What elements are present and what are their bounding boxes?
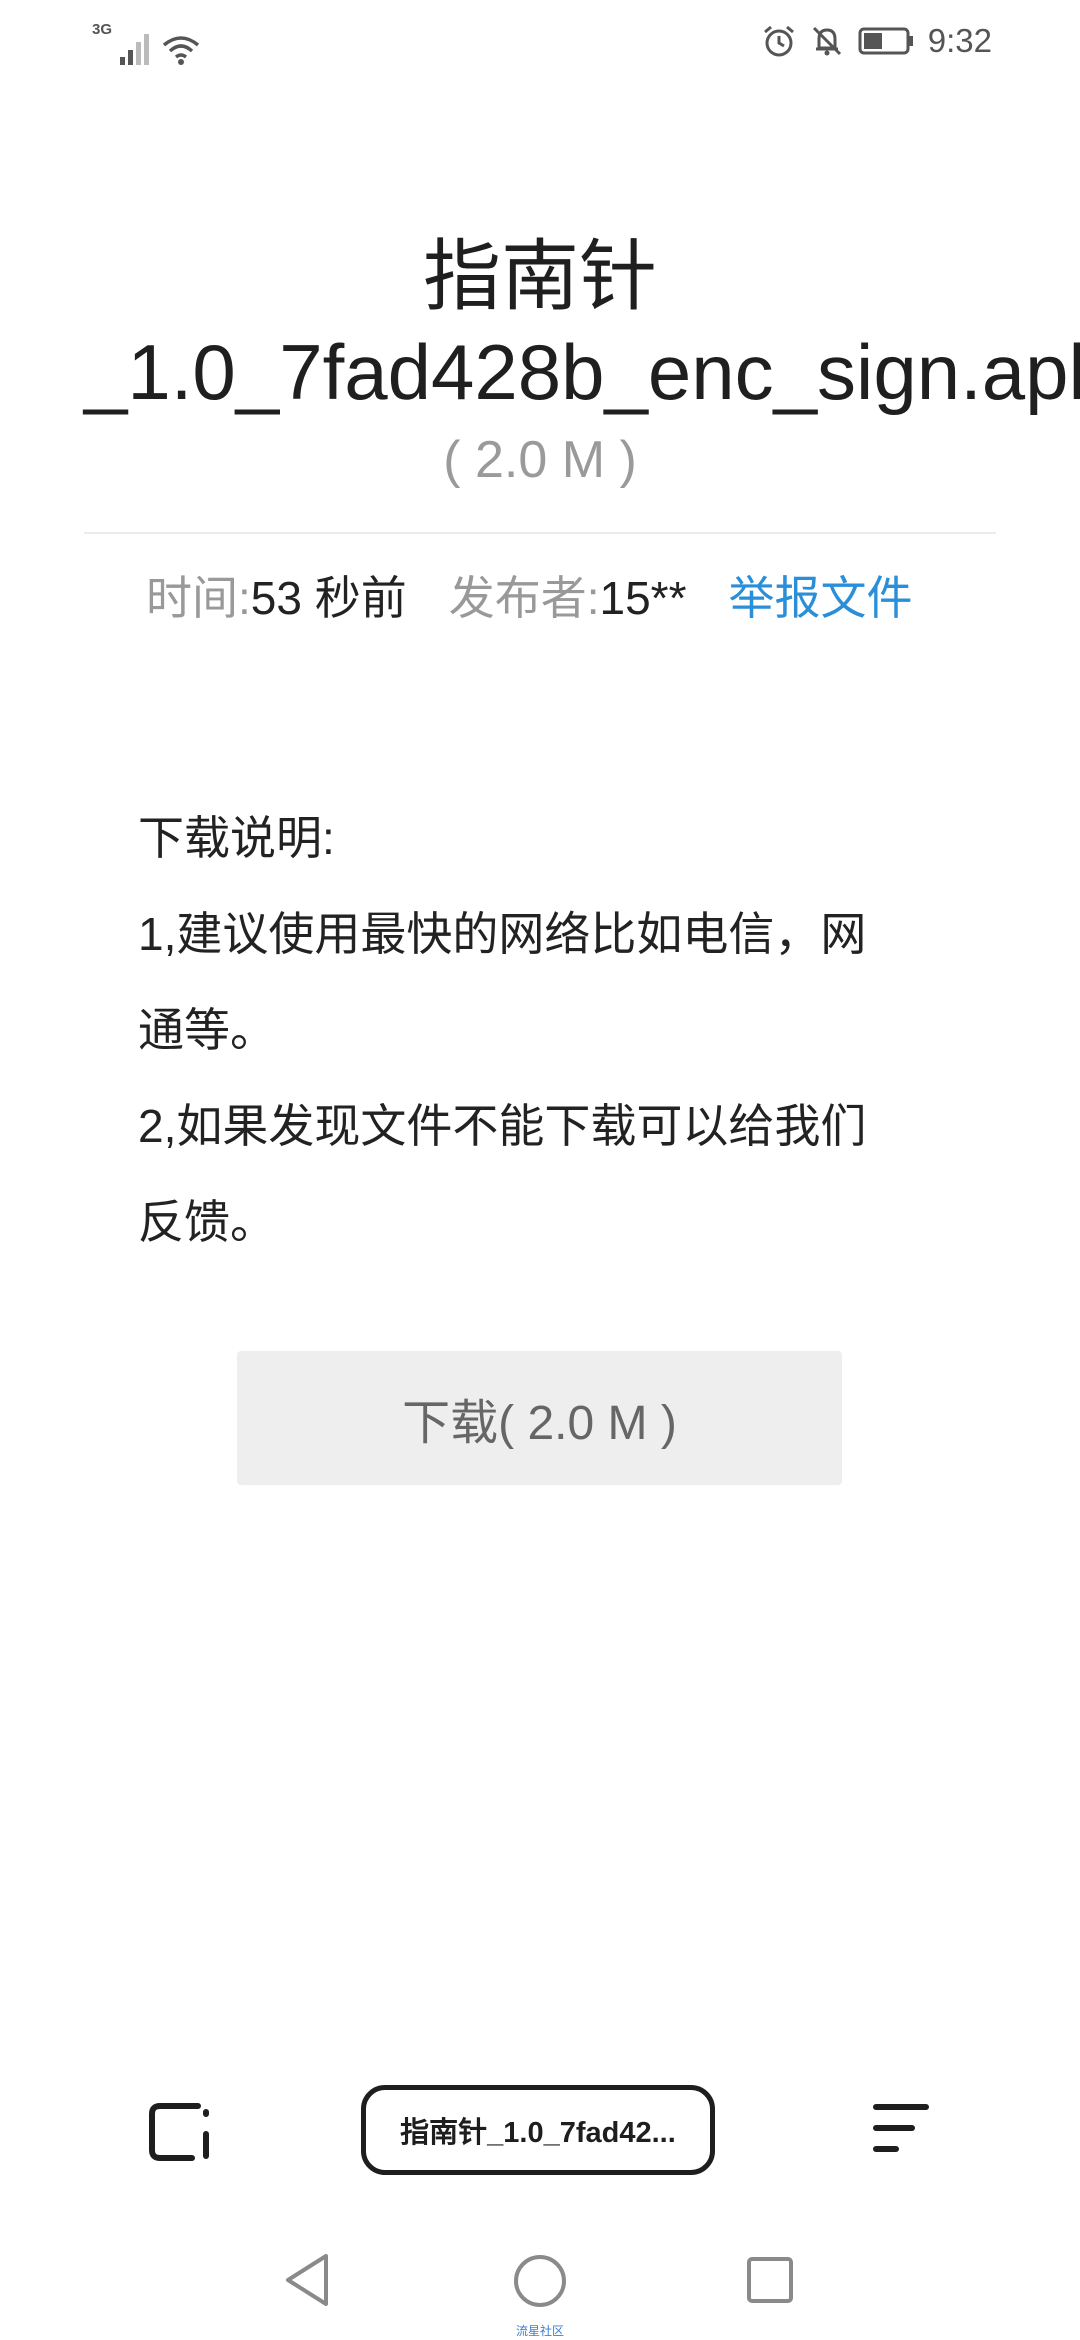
file-title-line1: 指南针 bbox=[422, 232, 657, 320]
wifi-icon bbox=[162, 33, 200, 65]
file-title: 指南针 _1.0_7fad428b_enc_sign.apk bbox=[0, 228, 1080, 416]
publisher-label: 发布者: bbox=[448, 572, 600, 624]
time-value: 53 秒前 bbox=[250, 572, 407, 624]
file-meta: 时间: 53 秒前 发布者: 15** 举报文件 bbox=[146, 562, 912, 628]
signal-icon bbox=[118, 31, 152, 65]
file-title-line2: _1.0_7fad428b_enc_sign.apk bbox=[84, 328, 1080, 416]
divider bbox=[84, 532, 996, 534]
instructions-line: 反馈。 bbox=[138, 1196, 276, 1248]
download-button[interactable]: 下载( 2.0 M ) bbox=[237, 1351, 842, 1485]
instructions-heading: 下载说明: bbox=[138, 812, 335, 864]
instructions-line: 通等。 bbox=[138, 1004, 276, 1056]
instructions-line: 1,建议使用最快的网络比如电信，网 bbox=[138, 908, 867, 960]
menu-icon[interactable] bbox=[870, 2102, 930, 2163]
battery-icon bbox=[858, 26, 914, 56]
back-icon[interactable] bbox=[282, 2252, 332, 2313]
file-size: ( 2.0 M ) bbox=[443, 431, 637, 489]
mute-icon bbox=[810, 24, 844, 58]
address-bar[interactable]: 指南针_1.0_7fad42... bbox=[361, 2085, 715, 2175]
publisher-value: 15** bbox=[599, 572, 687, 624]
instructions-line: 2,如果发现文件不能下载可以给我们 bbox=[138, 1100, 867, 1152]
home-icon[interactable] bbox=[513, 2254, 567, 2313]
status-bar: 3G 9:32 bbox=[0, 0, 1080, 84]
time-label: 时间: bbox=[146, 572, 251, 624]
network-type: 3G bbox=[92, 21, 113, 38]
clock: 9:32 bbox=[927, 22, 992, 59]
recent-apps-icon[interactable] bbox=[746, 2256, 794, 2309]
alarm-icon bbox=[762, 24, 796, 58]
tabs-icon[interactable] bbox=[148, 2100, 214, 2167]
watermark: 流星社区 bbox=[515, 2324, 564, 2338]
report-file-link[interactable]: 举报文件 bbox=[728, 562, 912, 628]
download-instructions: 下载说明: 1,建议使用最快的网络比如电信，网 通等。 2,如果发现文件不能下载… bbox=[138, 790, 938, 1270]
